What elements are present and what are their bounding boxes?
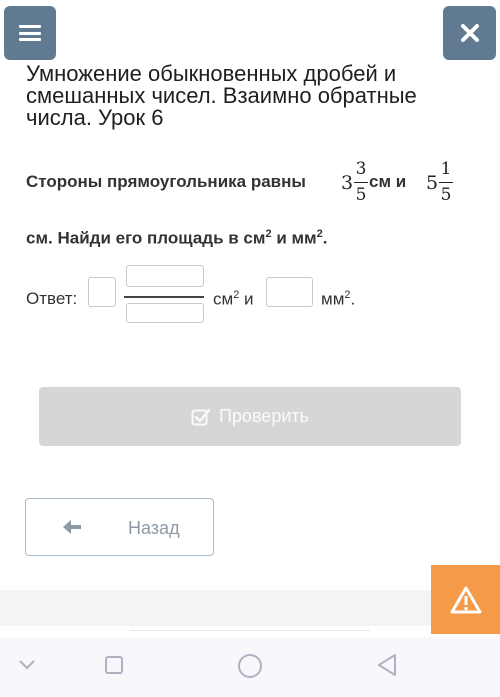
recent-apps-icon[interactable] (104, 655, 124, 675)
whole-part-input[interactable] (88, 277, 116, 307)
check-button[interactable]: Проверить (39, 387, 461, 446)
task-line-2: см. Найди его площадь в см2 и мм2. (26, 228, 328, 249)
task-line-1: Стороны прямоугольника равны (26, 172, 306, 192)
square-mm-input[interactable] (266, 277, 313, 307)
system-navigation-bar (0, 637, 500, 697)
task-part1: Стороны прямоугольника равны (26, 172, 306, 191)
answer-unit-mm-label: мм (321, 289, 345, 309)
back-button-label: Назад (128, 518, 180, 538)
answer-unit-cm: см2 и (213, 289, 254, 310)
task-unit1: см и (369, 172, 407, 191)
side1-denominator: 5 (355, 185, 367, 205)
footer-divider (130, 630, 370, 631)
checkbox-check-icon (191, 408, 211, 425)
answer-end: . (350, 289, 356, 309)
report-problem-button[interactable] (431, 565, 500, 634)
chevron-down-icon[interactable] (18, 659, 36, 671)
side1-fraction-bar (354, 182, 368, 184)
page-footer-area (0, 590, 500, 626)
answer-fraction-bar (124, 296, 204, 298)
task-conj: и мм (276, 228, 317, 248)
answer-unit-cm-label: см (213, 289, 234, 309)
side2-whole: 5 (426, 172, 439, 194)
back-nav-icon[interactable] (376, 653, 398, 677)
warning-icon (450, 586, 481, 613)
answer-label: Ответ: (26, 289, 78, 308)
menu-icon (19, 25, 41, 41)
check-button-label: Проверить (218, 406, 310, 426)
task-part2: см. Найди его площадь в см (26, 228, 266, 248)
answer-unit-mm: мм2. (321, 289, 355, 310)
task-end: . (322, 228, 328, 248)
numerator-input[interactable] (126, 265, 204, 287)
task-exp-cm: 2 (265, 228, 272, 240)
denominator-input[interactable] (126, 303, 204, 323)
answer-exp-cm: 2 (233, 289, 240, 301)
side2-fraction-bar (439, 182, 453, 184)
page-title: Умножение обыкновенных дробей и смешанны… (26, 61, 417, 130)
home-icon[interactable] (237, 653, 263, 679)
side1-numerator: 3 (355, 159, 367, 179)
answer-and: и (244, 289, 254, 309)
arrow-left-icon (63, 520, 81, 534)
menu-button[interactable] (4, 6, 56, 60)
close-icon (460, 24, 479, 42)
close-button[interactable] (443, 6, 496, 60)
side2-numerator: 1 (440, 159, 452, 179)
side1-whole: 3 (341, 172, 354, 194)
back-button[interactable]: Назад (25, 498, 214, 556)
side2-denominator: 5 (440, 185, 452, 205)
